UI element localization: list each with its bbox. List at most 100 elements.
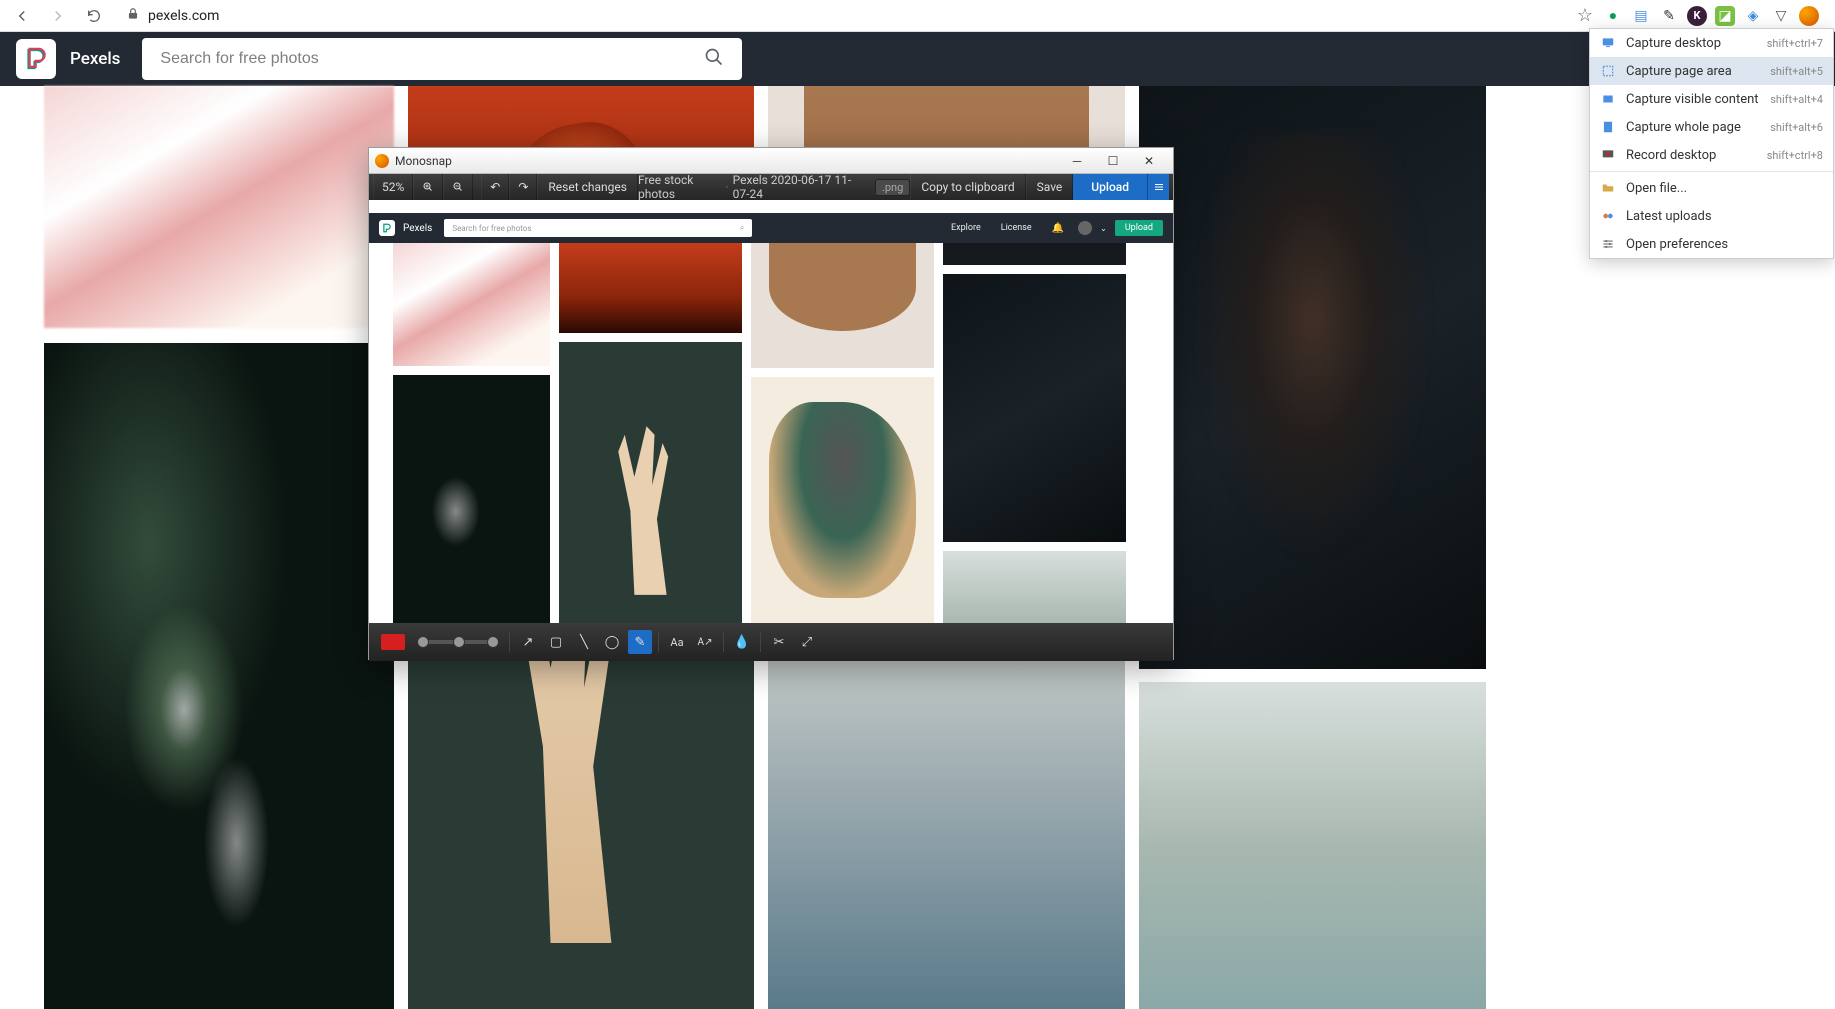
inner-upload-button: Upload <box>1115 220 1163 236</box>
undo-button[interactable]: ↶ <box>481 174 509 200</box>
ext-menu-item-open[interactable]: Open file... <box>1590 174 1833 202</box>
gallery-photo[interactable] <box>1139 86 1486 669</box>
forward-button[interactable] <box>44 2 72 30</box>
rect-tool[interactable]: ▢ <box>544 630 568 654</box>
inner-photo <box>943 551 1126 623</box>
ext-menu-shortcut: shift+ctrl+8 <box>1767 149 1823 162</box>
ext-menu-item-visible[interactable]: Capture visible contentshift+alt+4 <box>1590 85 1833 113</box>
ext-menu-label: Capture whole page <box>1626 120 1760 135</box>
ext-menu-label: Capture visible content <box>1626 92 1760 107</box>
grammarly-ext-icon[interactable]: ● <box>1603 6 1623 26</box>
bookmark-star-icon[interactable]: ☆ <box>1575 6 1595 26</box>
monosnap-window: Monosnap ─ ☐ ✕ 52% ↶ ↷ Reset changes Fre… <box>368 147 1174 660</box>
monosnap-bottombar: ↗ ▢ ╲ ◯ ✎ Aa A↗ 💧 ✂ ⤢ <box>369 623 1173 661</box>
color-picker[interactable] <box>381 634 405 650</box>
gallery-photo[interactable] <box>44 343 394 1009</box>
back-button[interactable] <box>8 2 36 30</box>
open-icon <box>1600 180 1616 196</box>
upload-button[interactable]: Upload <box>1073 174 1147 200</box>
search-bar[interactable] <box>142 38 742 80</box>
area-icon <box>1600 63 1616 79</box>
monosnap-file-ext[interactable]: .png <box>875 179 910 196</box>
zoom-out-button[interactable] <box>443 174 473 200</box>
k-ext-icon[interactable]: K <box>1687 6 1707 26</box>
pocket-ext-icon[interactable]: ▽ <box>1771 6 1791 26</box>
desktop-icon <box>1600 35 1616 51</box>
inner-search-placeholder: Search for free photos <box>452 224 531 233</box>
inner-gallery <box>369 243 1173 623</box>
monosnap-ext-icon[interactable] <box>1799 6 1819 26</box>
docs-ext-icon[interactable]: ▤ <box>1631 6 1651 26</box>
inner-site-header: Pexels Search for free photos ⌕ Explore … <box>369 213 1173 243</box>
reset-changes-button[interactable]: Reset changes <box>537 174 638 200</box>
inner-search-bar: Search for free photos ⌕ <box>444 219 752 237</box>
maximize-button[interactable]: ☐ <box>1095 148 1131 174</box>
address-bar[interactable]: pexels.com <box>116 2 1567 30</box>
blur-tool[interactable]: 💧 <box>730 630 754 654</box>
browser-toolbar: pexels.com ☆ ● ▤ ✎ K ◪ ◈ ▽ <box>0 0 1835 32</box>
minimize-button[interactable]: ─ <box>1059 148 1095 174</box>
monosnap-app-icon <box>375 154 389 168</box>
url-text: pexels.com <box>148 8 219 24</box>
arrow-tool[interactable]: ↗ <box>516 630 540 654</box>
search-input[interactable] <box>160 50 704 68</box>
ext-menu-item-area[interactable]: Capture page areashift+alt+5 <box>1590 57 1833 85</box>
redo-button[interactable]: ↷ <box>509 174 537 200</box>
ext-menu-item-record[interactable]: Record desktop shift+ctrl+8 <box>1590 141 1833 169</box>
monosnap-title: Monosnap <box>395 154 1059 168</box>
inner-bell-icon: 🔔 <box>1046 223 1070 234</box>
evernote-ext-icon[interactable]: ◪ <box>1715 6 1735 26</box>
monosnap-toolbar: 52% ↶ ↷ Reset changes Free stock photos … <box>369 174 1173 200</box>
text-tool[interactable]: Aa <box>665 630 689 654</box>
inner-photo <box>393 375 550 623</box>
ext-menu-item-latest[interactable]: Latest uploads <box>1590 202 1833 230</box>
screenshot-preview: Pexels Search for free photos ⌕ Explore … <box>369 200 1173 623</box>
menu-separator <box>1590 171 1833 172</box>
copy-clipboard-button[interactable]: Copy to clipboard <box>910 174 1025 200</box>
monosnap-canvas[interactable]: Pexels Search for free photos ⌕ Explore … <box>369 200 1173 623</box>
pen-ext-icon[interactable]: ✎ <box>1659 6 1679 26</box>
resize-tool[interactable]: ⤢ <box>795 630 819 654</box>
save-button[interactable]: Save <box>1026 174 1074 200</box>
inner-chevron-down-icon: ⌄ <box>1100 224 1107 233</box>
ext-menu-item-prefs[interactable]: Open preferences <box>1590 230 1833 258</box>
crop-tool[interactable]: ✂ <box>767 630 791 654</box>
ext-menu-item-whole[interactable]: Capture whole page shift+alt+6 <box>1590 113 1833 141</box>
line-tool[interactable]: ╲ <box>572 630 596 654</box>
layers-ext-icon[interactable]: ◈ <box>1743 6 1763 26</box>
inner-search-icon: ⌕ <box>740 223 744 233</box>
pexels-logo[interactable] <box>16 39 56 79</box>
pen-tool[interactable]: ✎ <box>628 630 652 654</box>
text-arrow-tool[interactable]: A↗ <box>693 630 717 654</box>
ext-menu-item-desktop[interactable]: Capture desktopshift+ctrl+7 <box>1590 29 1833 57</box>
pexels-brand[interactable]: Pexels <box>70 49 120 69</box>
inner-photo <box>751 243 934 368</box>
zoom-level[interactable]: 52% <box>373 174 413 200</box>
ext-menu-shortcut: shift+alt+6 <box>1770 121 1823 134</box>
ext-menu-shortcut: shift+ctrl+7 <box>1767 37 1823 50</box>
gallery-photo[interactable] <box>1139 682 1486 1009</box>
close-button[interactable]: ✕ <box>1131 148 1167 174</box>
inner-photo <box>943 274 1126 542</box>
lock-icon <box>126 6 140 25</box>
monosnap-menu-button[interactable] <box>1147 174 1169 200</box>
brush-size-slider[interactable] <box>417 640 499 644</box>
gallery-photo[interactable] <box>44 86 394 328</box>
inner-avatar <box>1078 221 1092 235</box>
monosnap-titlebar[interactable]: Monosnap ─ ☐ ✕ <box>369 148 1173 174</box>
inner-photo <box>943 243 1126 265</box>
browser-extensions: ☆ ● ▤ ✎ K ◪ ◈ ▽ <box>1575 6 1827 26</box>
slider-knob[interactable] <box>487 636 499 648</box>
search-icon[interactable] <box>704 47 724 72</box>
ext-menu-label: Record desktop <box>1626 148 1757 163</box>
inner-photo <box>559 342 742 623</box>
ext-menu-label: Open preferences <box>1626 237 1823 252</box>
zoom-in-button[interactable] <box>413 174 443 200</box>
reload-button[interactable] <box>80 2 108 30</box>
slider-knob[interactable] <box>417 636 429 648</box>
ellipse-tool[interactable]: ◯ <box>600 630 624 654</box>
ext-menu-label: Open file... <box>1626 181 1823 196</box>
monosnap-filename-area[interactable]: Free stock photos · Pexels 2020-06-17 11… <box>638 173 910 201</box>
slider-knob[interactable] <box>453 636 465 648</box>
inner-pexels-logo <box>379 220 395 236</box>
